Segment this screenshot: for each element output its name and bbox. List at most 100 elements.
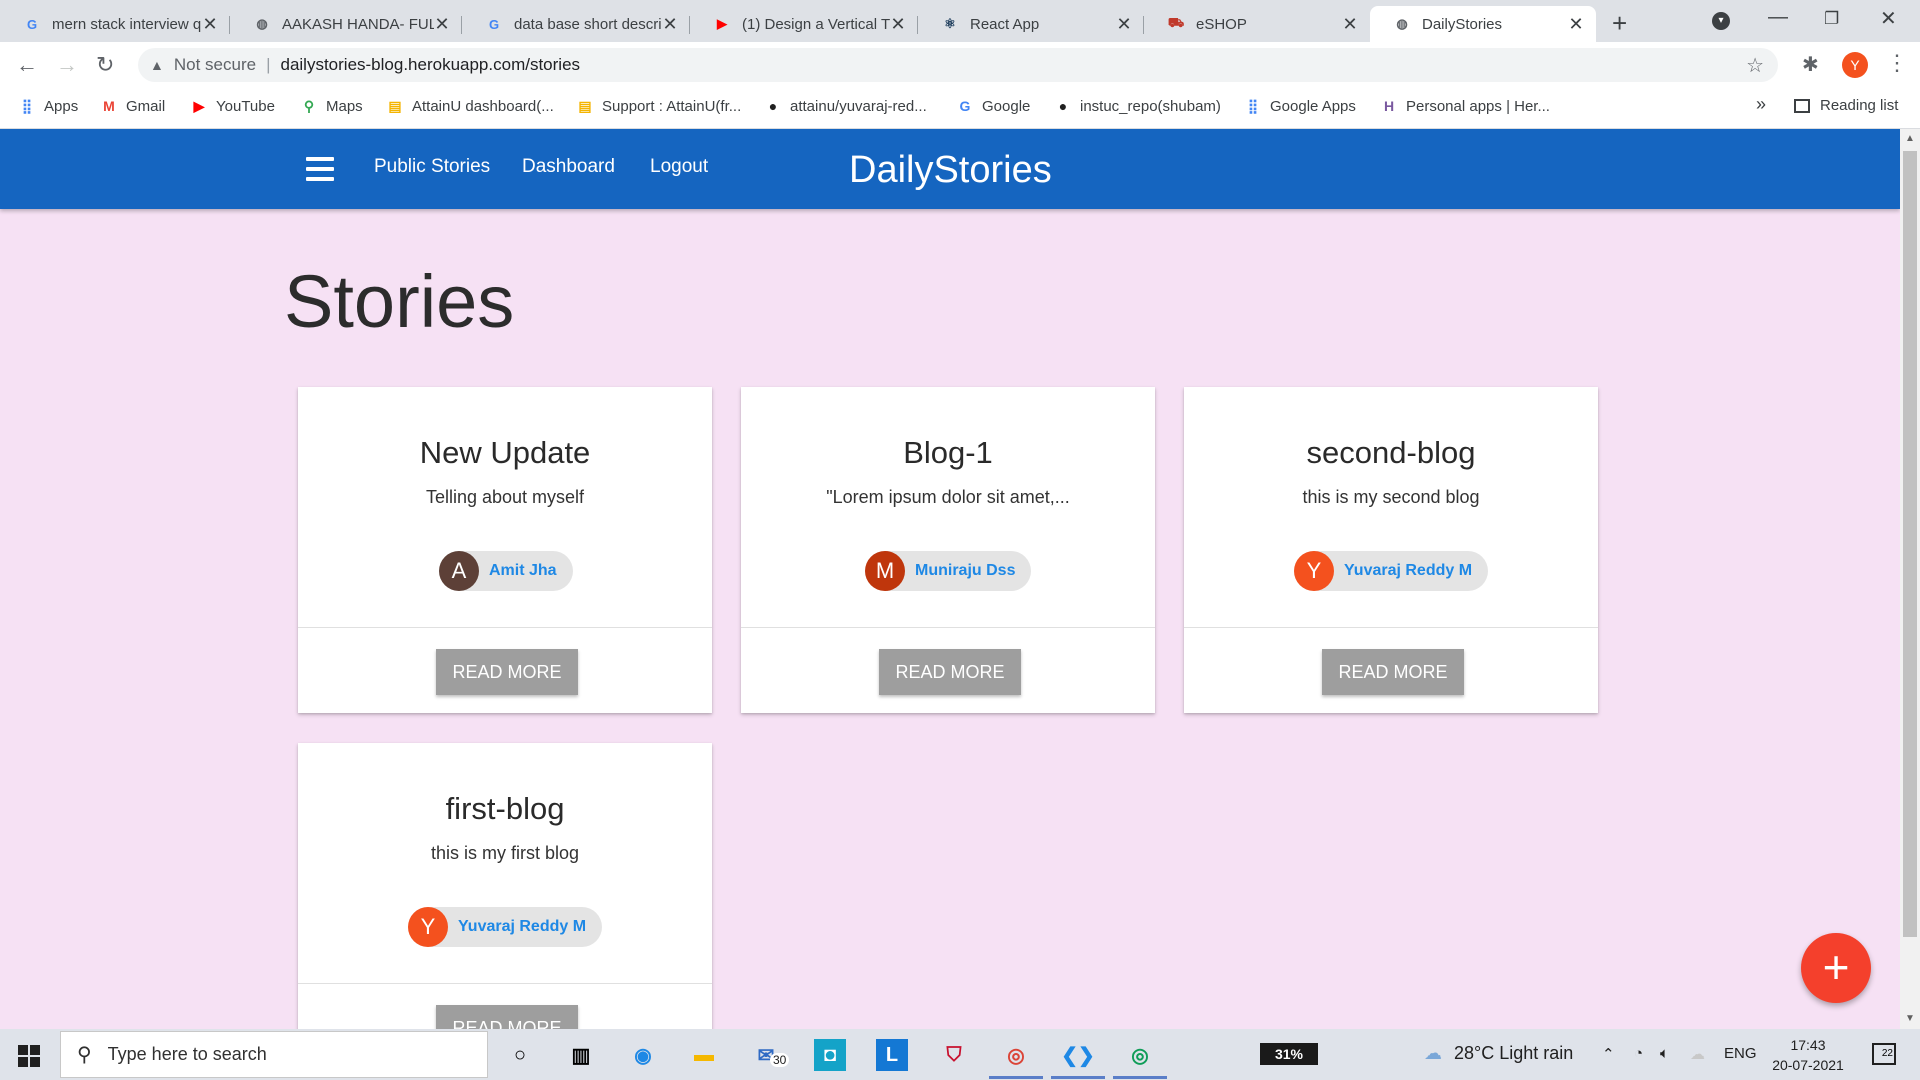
bookmark-attainu-support[interactable]: ▤ Support : AttainU(fr... [576, 97, 741, 115]
tab-search-icon[interactable]: ▾ [1712, 12, 1730, 30]
browser-tab[interactable]: ▶ (1) Design a Vertical T ✕ [690, 6, 918, 42]
restore-icon[interactable]: ❐ [1824, 9, 1839, 29]
attainu-icon: ▤ [388, 97, 402, 114]
bookmark-label: Google Apps [1270, 97, 1356, 115]
brand-logo[interactable]: DailyStories [849, 149, 1052, 192]
file-explorer-icon[interactable]: ▬ [688, 1039, 720, 1071]
system-clock[interactable]: 17:43 20-07-2021 [1768, 1035, 1848, 1075]
battery-indicator[interactable]: 31% [1260, 1043, 1318, 1065]
hamburger-menu-icon[interactable] [306, 157, 334, 181]
new-tab-button[interactable]: + [1612, 8, 1627, 39]
notification-center-icon[interactable]: 22 [1872, 1043, 1896, 1065]
cortana-icon[interactable]: ○ [504, 1039, 536, 1071]
window-close-icon[interactable]: ✕ [1880, 6, 1897, 31]
reading-list-icon [1794, 98, 1810, 113]
task-view-icon[interactable]: ▥ [565, 1039, 597, 1071]
volume-icon[interactable]: 🔈︎ [1660, 1045, 1669, 1062]
address-bar[interactable]: ▲ Not secure | dailystories-blog.herokua… [138, 48, 1778, 82]
onedrive-icon[interactable]: ☁ [1690, 1045, 1705, 1063]
back-icon[interactable]: ← [16, 52, 38, 78]
bookmark-gmail[interactable]: M Gmail [100, 97, 165, 115]
forward-icon[interactable]: → [56, 52, 78, 78]
author-name[interactable]: Amit Jha [489, 562, 557, 580]
browser-tab[interactable]: ◍ AAKASH HANDA- FULL ✕ [230, 6, 462, 42]
scroll-up-icon[interactable]: ▲ [1905, 133, 1915, 144]
vscode-icon[interactable]: ❮❯ [1061, 1039, 1095, 1071]
bookmark-star-icon[interactable]: ☆ [1746, 53, 1764, 78]
card-divider [298, 627, 712, 628]
scrollbar-thumb[interactable] [1903, 151, 1917, 937]
weather-widget[interactable]: ☁ 28°C Light rain [1424, 1043, 1573, 1064]
chrome-icon[interactable]: ◎ [1000, 1039, 1032, 1071]
browser-tab[interactable]: G data base short descri ✕ [462, 6, 690, 42]
story-excerpt: this is my first blog [430, 843, 580, 863]
add-story-fab-button[interactable]: + [1801, 933, 1871, 1003]
browser-tab-active[interactable]: ◍ DailyStories ✕ [1370, 6, 1596, 42]
bookmark-apps[interactable]: ⣿ Apps [18, 97, 78, 115]
close-tab-icon[interactable]: ✕ [890, 14, 906, 35]
page-scrollbar[interactable]: ▲ ▼ [1900, 129, 1920, 1029]
read-more-button[interactable]: READ MORE [879, 649, 1021, 695]
close-tab-icon[interactable]: ✕ [202, 14, 218, 35]
scroll-down-icon[interactable]: ▼ [1905, 1013, 1915, 1024]
close-tab-icon[interactable]: ✕ [1342, 14, 1358, 35]
profile-avatar[interactable]: Y [1842, 52, 1868, 78]
bookmark-youtube[interactable]: ▶ YouTube [190, 97, 275, 115]
google-favicon-icon: G [26, 16, 38, 32]
read-more-button[interactable]: READ MORE [1322, 649, 1464, 695]
tray-expand-icon[interactable]: ⌃ [1602, 1045, 1615, 1063]
card-divider [741, 627, 1155, 628]
browser-tab[interactable]: ⛟ eSHOP ✕ [1144, 6, 1370, 42]
menu-icon[interactable]: ⋮ [1886, 50, 1908, 76]
bookmark-heroku[interactable]: H Personal apps | Her... [1380, 97, 1550, 115]
author-chip[interactable]: Y Yuvaraj Reddy M [1294, 551, 1489, 591]
author-name[interactable]: Muniraju Dss [915, 562, 1015, 580]
close-tab-icon[interactable]: ✕ [434, 14, 450, 35]
bookmark-google-apps[interactable]: ⣿ Google Apps [1244, 97, 1356, 115]
chrome-profile-icon[interactable]: ◎ [1124, 1039, 1156, 1071]
bookmark-label: attainu/yuvaraj-red... [790, 97, 927, 115]
nav-dashboard[interactable]: Dashboard [522, 156, 615, 178]
bookmark-github-repo[interactable]: ● attainu/yuvaraj-red... [764, 97, 927, 115]
language-indicator[interactable]: ENG [1724, 1045, 1757, 1062]
author-chip[interactable]: A Amit Jha [439, 551, 573, 591]
read-more-button[interactable]: READ MORE [436, 1005, 578, 1029]
extensions-icon[interactable]: ✱ [1802, 52, 1819, 77]
taskbar-search-box[interactable]: ⚲ Type here to search [60, 1031, 488, 1078]
bookmark-attainu-dashboard[interactable]: ▤ AttainU dashboard(... [386, 97, 553, 115]
author-chip[interactable]: M Muniraju Dss [865, 551, 1032, 591]
read-more-button[interactable]: READ MORE [436, 649, 578, 695]
author-name[interactable]: Yuvaraj Reddy M [458, 918, 586, 936]
bookmark-instuc-repo[interactable]: ● instuc_repo(shubam) [1054, 97, 1221, 115]
app-l-icon[interactable]: L [876, 1039, 908, 1071]
search-icon: ⚲ [77, 1044, 92, 1066]
url-text[interactable]: dailystories-blog.herokuapp.com/stories [280, 55, 580, 75]
cart-favicon-icon: ⛟ [1167, 15, 1185, 30]
browser-tab[interactable]: ⚛ React App ✕ [918, 6, 1144, 42]
warning-icon[interactable]: ▲ [150, 57, 164, 73]
bookmarks-overflow-button[interactable]: » [1756, 94, 1766, 115]
reading-list-button[interactable]: Reading list [1794, 97, 1898, 114]
edge-icon[interactable]: ◉ [627, 1039, 659, 1071]
windows-start-icon[interactable] [18, 1045, 40, 1067]
youtube-icon: ▶ [193, 97, 205, 114]
app-teal-icon[interactable]: ◘ [814, 1039, 846, 1071]
network-icon[interactable]: ◔ [1634, 1045, 1643, 1062]
browser-tab[interactable]: G mern stack interview q ✕ [0, 6, 230, 42]
bookmark-maps[interactable]: ⚲ Maps [300, 97, 363, 115]
minimize-icon[interactable]: — [1768, 6, 1788, 29]
bookmark-google[interactable]: G Google [956, 97, 1031, 115]
close-tab-icon[interactable]: ✕ [1116, 14, 1132, 35]
author-chip[interactable]: Y Yuvaraj Reddy M [408, 907, 603, 947]
close-tab-icon[interactable]: ✕ [662, 14, 678, 35]
reload-icon[interactable]: ↻ [96, 52, 114, 78]
security-label[interactable]: Not secure [174, 55, 256, 75]
author-name[interactable]: Yuvaraj Reddy M [1344, 562, 1472, 580]
nav-logout[interactable]: Logout [650, 156, 708, 178]
close-tab-icon[interactable]: ✕ [1568, 14, 1584, 35]
story-title: Blog-1 [903, 435, 993, 470]
story-card: first-blog this is my first blog Y Yuvar… [298, 743, 712, 1029]
tab-title: data base short descri [514, 15, 662, 33]
mcafee-icon[interactable]: ⛉ [938, 1039, 970, 1071]
nav-public-stories[interactable]: Public Stories [374, 156, 490, 178]
